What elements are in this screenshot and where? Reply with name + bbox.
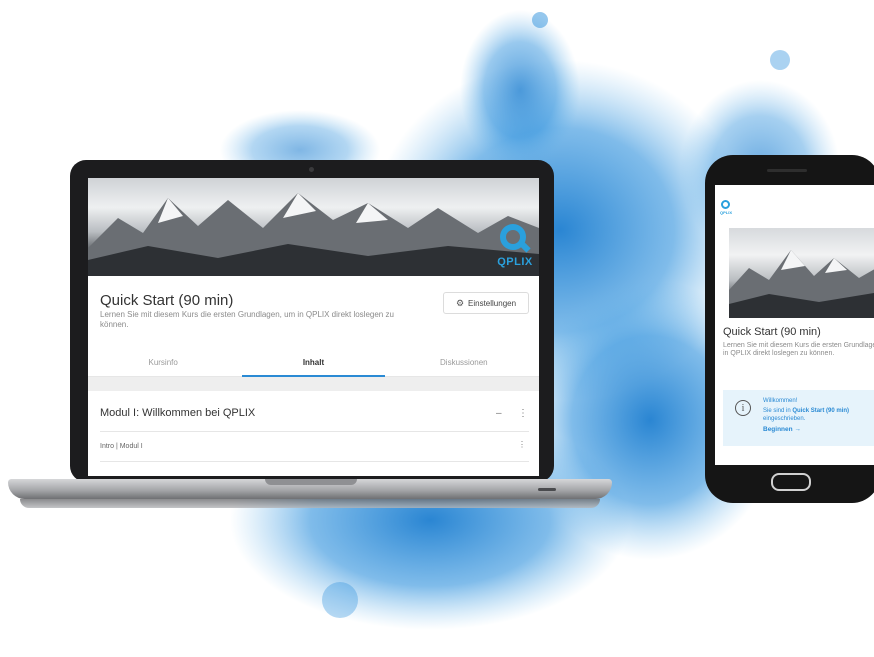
content-separator [88,377,539,391]
lesson-menu-icon[interactable]: ⋮ [518,440,526,449]
smartphone: QPLIX Quick Start (90 min) Lernen Sie mi… [705,155,874,503]
enrolled-message: Sie sind in Quick Start (90 min) eingesc… [763,407,874,423]
mountain-image [729,250,874,318]
divider [100,461,529,462]
settings-button[interactable]: ⚙ Einstellungen [443,292,529,314]
module-title: Modul I: Willkommen bei QPLIX [100,407,256,419]
course-banner-image: QPLIX [88,178,539,276]
divider [100,431,529,432]
begin-button[interactable]: Beginnen → [763,426,801,433]
qplix-logo-text: QPLIX [719,210,732,215]
laptop-base [8,479,612,499]
course-title: Quick Start (90 min) [100,292,234,309]
tab-label: Diskussionen [440,357,488,367]
qplix-q-icon [721,200,730,209]
tab-inhalt[interactable]: Inhalt [238,348,388,377]
laptop-camera [309,167,314,172]
course-description: Lernen Sie mit diesem Kurs die ersten Gr… [723,342,874,357]
module-card: Modul I: Willkommen bei QPLIX – ⋮ Intro … [88,391,539,476]
settings-button-label: Einstellungen [468,298,517,308]
qplix-logo: QPLIX [492,222,538,276]
laptop-trackpad-notch [265,479,357,485]
course-banner-image [729,228,874,318]
qplix-q-icon [500,224,526,250]
tab-label: Kursinfo [148,357,178,367]
gear-icon: ⚙ [455,297,465,308]
welcome-title: Willkommen! [763,398,798,404]
laptop-indicator [538,488,556,491]
lesson-item[interactable]: Intro | Modul I [100,443,143,450]
laptop-bottom-edge [20,499,600,508]
phone-screen: QPLIX Quick Start (90 min) Lernen Sie mi… [715,185,874,465]
mountain-image [88,193,539,276]
info-icon: i [735,400,751,416]
qplix-logo-text: QPLIX [497,256,533,268]
enrolled-prefix: Sie sind in [763,408,791,414]
home-button[interactable] [771,473,811,491]
enrolled-suffix: eingeschrieben. [763,416,806,422]
collapse-module-button[interactable]: – [496,408,502,419]
course-description: Lernen Sie mit diesem Kurs die ersten Gr… [100,310,394,329]
tab-kursinfo[interactable]: Kursinfo [88,348,238,376]
course-tabs: Kursinfo Inhalt Diskussionen [88,348,539,377]
phone-speaker [767,169,807,172]
welcome-card: i Willkommen! Sie sind in Quick Start (9… [723,390,874,446]
laptop-screen: QPLIX Quick Start (90 min) Lernen Sie mi… [88,178,539,476]
qplix-logo: QPLIX [718,200,734,220]
course-title: Quick Start (90 min) [723,326,821,338]
tab-diskussionen[interactable]: Diskussionen [389,348,539,376]
enrolled-course: Quick Start (90 min) [792,408,850,414]
module-menu-icon[interactable]: ⋮ [518,408,528,419]
tab-label: Inhalt [302,357,325,367]
laptop: QPLIX Quick Start (90 min) Lernen Sie mi… [70,160,554,482]
